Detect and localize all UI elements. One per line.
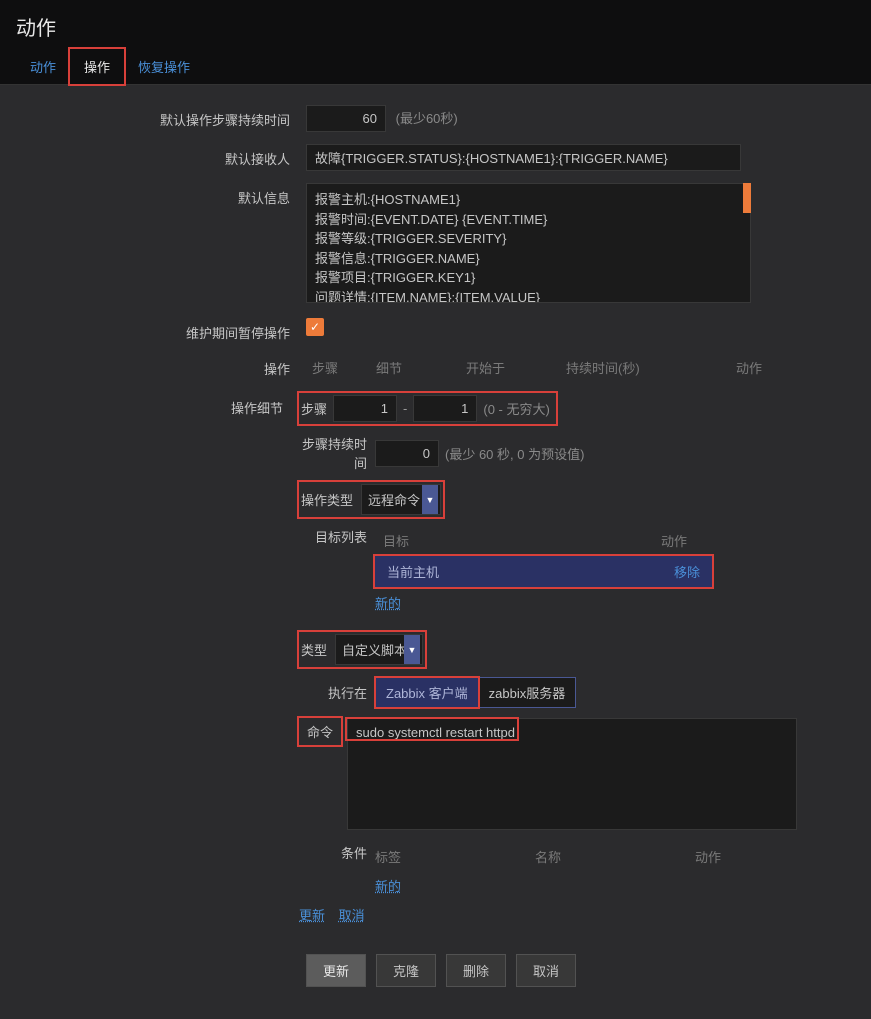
cmd-textarea[interactable]	[347, 718, 797, 830]
target-item-name: 当前主机	[387, 562, 439, 581]
duration-input[interactable]	[375, 440, 439, 467]
cancel-button[interactable]: 取消	[516, 954, 576, 987]
scrollbar-thumb[interactable]	[743, 183, 751, 213]
message-textarea[interactable]	[306, 183, 751, 303]
target-header-action: 动作	[661, 531, 687, 550]
target-remove-link[interactable]: 移除	[674, 562, 700, 581]
detail-update-link[interactable]: 更新	[299, 908, 325, 923]
exec-label: 执行在	[299, 683, 375, 702]
recipient-label: 默认接收人	[16, 144, 306, 168]
tabs: 动作 操作 恢复操作	[0, 49, 871, 85]
form-area: 默认操作步骤持续时间 (最少60秒) 默认接收人 默认信息 维护期间暂停操作 ✓…	[0, 85, 871, 1019]
cond-label: 条件	[299, 843, 375, 862]
pause-label: 维护期间暂停操作	[16, 318, 306, 342]
chevron-down-icon: ▼	[404, 635, 420, 664]
exec-zabbix-server-button[interactable]: zabbix服务器	[478, 678, 576, 707]
ops-header-duration: 持续时间(秒)	[566, 358, 736, 377]
ops-header-action: 动作	[736, 358, 836, 377]
step-to-input[interactable]	[413, 395, 477, 422]
type-select[interactable]: 自定义脚本 ▼	[335, 634, 423, 665]
ops-header-detail: 细节	[376, 358, 466, 377]
duration-label: 步骤持续时间	[299, 434, 375, 472]
operations-label: 操作	[16, 354, 306, 378]
optype-select[interactable]: 远程命令 ▼	[361, 484, 441, 515]
tab-operations[interactable]: 操作	[70, 49, 124, 84]
type-value: 自定义脚本	[342, 643, 407, 658]
step-duration-hint: (最少60秒)	[396, 111, 458, 126]
target-header: 目标 动作	[375, 527, 712, 554]
optype-value: 远程命令	[368, 493, 420, 508]
pause-checkbox[interactable]: ✓	[306, 318, 324, 336]
step-from-input[interactable]	[333, 395, 397, 422]
tab-recovery[interactable]: 恢复操作	[124, 49, 204, 84]
ops-header-step: 步骤	[306, 358, 376, 377]
optype-label: 操作类型	[301, 490, 361, 509]
target-new-link[interactable]: 新的	[375, 593, 401, 612]
cond-new-link[interactable]: 新的	[375, 876, 401, 895]
clone-button[interactable]: 克隆	[376, 954, 436, 987]
cond-header-name: 名称	[535, 847, 695, 866]
exec-button-group: Zabbix 客户端 zabbix服务器	[375, 677, 576, 708]
step-dash: -	[403, 401, 407, 416]
target-item: 当前主机 移除	[375, 556, 712, 587]
page-title: 动作	[0, 0, 871, 49]
target-label: 目标列表	[299, 527, 375, 546]
cond-header-action: 动作	[695, 847, 855, 866]
duration-hint: (最少 60 秒, 0 为预设值)	[445, 444, 584, 463]
ops-table-header: 步骤 细节 开始于 持续时间(秒) 动作	[306, 354, 855, 381]
chevron-down-icon: ▼	[422, 485, 438, 514]
delete-button[interactable]: 删除	[446, 954, 506, 987]
cond-header: 标签 名称 动作	[375, 843, 855, 870]
type-label: 类型	[301, 640, 335, 659]
cmd-label: 命令	[299, 718, 341, 745]
details-label: 操作细节	[16, 393, 299, 417]
step-duration-input[interactable]	[306, 105, 386, 132]
recipient-input[interactable]	[306, 144, 741, 171]
step-duration-label: 默认操作步骤持续时间	[16, 105, 306, 129]
update-button[interactable]: 更新	[306, 954, 366, 987]
detail-cancel-link[interactable]: 取消	[339, 908, 365, 923]
message-label: 默认信息	[16, 183, 306, 207]
cond-header-tag: 标签	[375, 847, 535, 866]
step-hint: (0 - 无穷大)	[483, 399, 549, 418]
exec-zabbix-agent-button[interactable]: Zabbix 客户端	[376, 678, 478, 707]
ops-header-start: 开始于	[466, 358, 566, 377]
target-header-target: 目标	[375, 531, 661, 550]
tab-action[interactable]: 动作	[16, 49, 70, 84]
steps-label: 步骤	[301, 399, 333, 418]
